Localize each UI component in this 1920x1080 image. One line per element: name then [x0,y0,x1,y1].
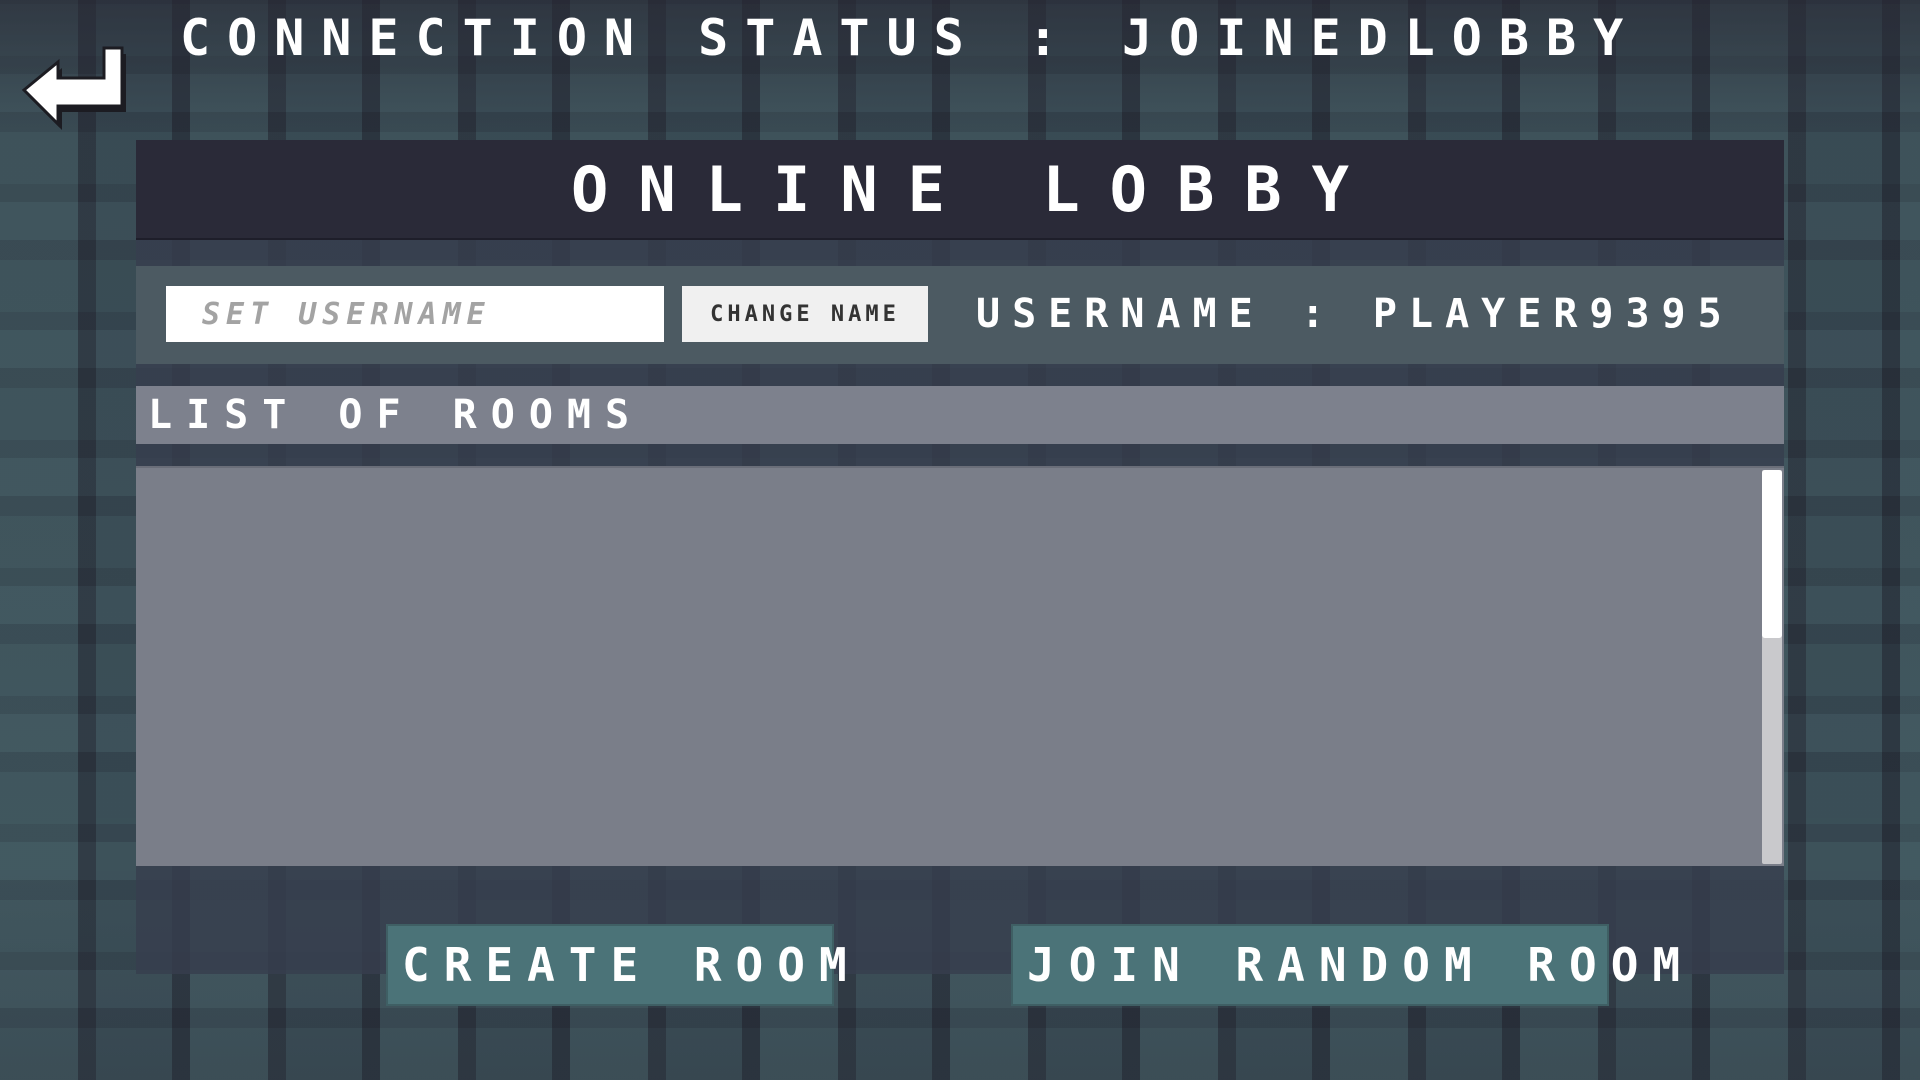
lobby-title-bar: ONLINE LOBBY [136,140,1784,240]
current-username: USERNAME : PLAYER9395 [976,291,1734,337]
rooms-scrollbar[interactable] [1762,470,1782,864]
lobby-title: ONLINE LOBBY [571,152,1379,226]
username-row: CHANGE NAME USERNAME : PLAYER9395 [136,266,1784,364]
rooms-list-title: LIST OF ROOMS [148,392,644,438]
back-arrow-icon [21,46,126,130]
back-button[interactable] [18,40,130,135]
rooms-list[interactable] [136,466,1784,866]
join-random-room-button[interactable]: JOIN RANDOM ROOM [1011,924,1680,1006]
change-name-button[interactable]: CHANGE NAME [682,286,928,342]
username-input[interactable] [166,286,664,342]
connection-status: CONNECTION STATUS : JOINEDLOBBY [180,9,1641,67]
create-room-button[interactable]: CREATE ROOM [386,924,847,1006]
rooms-list-header: LIST OF ROOMS [136,386,1784,444]
rooms-scroll-thumb[interactable] [1762,470,1782,638]
